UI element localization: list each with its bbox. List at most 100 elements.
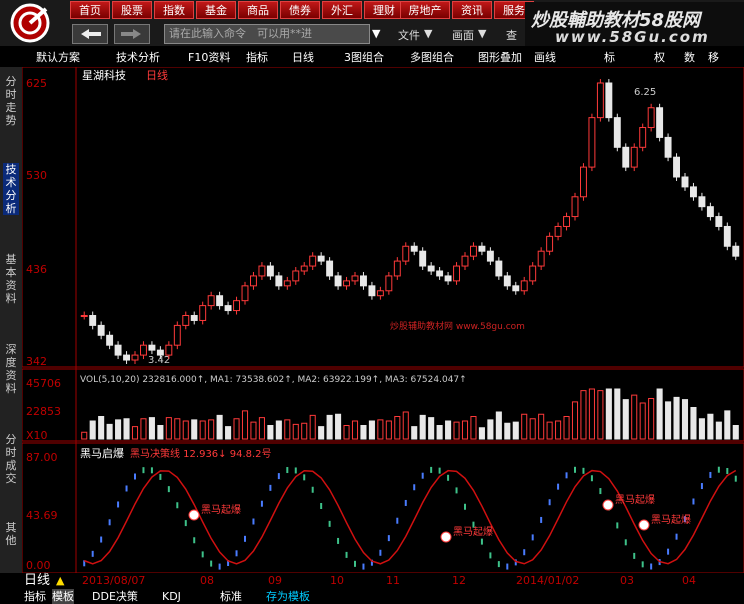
volume-axis-label: X10 — [26, 429, 48, 442]
tab-kdj[interactable]: KDJ — [162, 589, 181, 604]
volume-bar — [148, 417, 155, 440]
nav-tab[interactable]: 基金 — [196, 1, 236, 19]
chart-canvas[interactable]: 625 530 436 342 星湖科技 日线 炒股辅助教材网 www.58gu… — [21, 66, 744, 574]
volume-bar — [402, 411, 409, 440]
indicator-bar — [497, 561, 500, 568]
indicator-axis-label: 87.00 — [26, 451, 58, 464]
toolbar-item-move[interactable]: 移 — [708, 49, 719, 67]
nav-tab[interactable]: 首页 — [70, 1, 110, 19]
candle-body — [190, 315, 198, 321]
candle-body — [309, 255, 317, 267]
back-button[interactable] — [72, 24, 108, 44]
menu-file[interactable]: 文件 — [398, 27, 420, 43]
chart-watermark: 炒股辅助教材网 www.58gu.com — [390, 320, 525, 332]
toolbar-item-default-scheme[interactable]: 默认方案 — [36, 49, 80, 67]
candle-body — [326, 260, 334, 277]
volume-bar — [394, 416, 401, 440]
candle-body — [334, 275, 342, 287]
candle-body — [673, 156, 680, 178]
command-input[interactable]: 请在此输入命令 可以用**进 — [164, 24, 370, 44]
indicator-bar — [210, 560, 213, 567]
candle-body — [275, 275, 283, 287]
menu-screen[interactable]: 画面 — [452, 27, 474, 43]
warning-triangle-icon: ▲ — [56, 574, 65, 587]
indicator-bar — [311, 486, 314, 493]
brand-banner: 炒股輔助教材58股网 www.58Gu.com — [525, 2, 744, 46]
indicator-bar — [565, 472, 568, 479]
toolbar-item-daily[interactable]: 日线 — [292, 49, 314, 67]
toolbar-item-draw[interactable]: 画线 — [534, 49, 556, 67]
date-axis-label: 04 — [682, 574, 696, 587]
toolbar-item-count[interactable]: 数 — [684, 49, 695, 67]
candle-body — [537, 250, 545, 267]
nav-tab[interactable]: 商品 — [238, 1, 278, 19]
indicator-bar — [540, 516, 543, 523]
indicator-bar — [218, 563, 221, 570]
indicator-bar — [624, 539, 627, 546]
candle-body — [106, 334, 114, 346]
forward-button[interactable] — [114, 24, 150, 44]
candle-body — [453, 265, 461, 282]
sidebar-item-tech-analysis[interactable]: 技术分析 — [3, 163, 19, 215]
toolbar-item-multi-chart[interactable]: 多图组合 — [410, 49, 454, 67]
volume-bar — [385, 420, 392, 440]
sidebar-item-deep-data[interactable]: 深度资料 — [3, 343, 19, 395]
sidebar-item-ticks[interactable]: 分时成交 — [3, 433, 19, 485]
indicator-bar — [159, 473, 162, 480]
toolbar-item-overlay[interactable]: 图形叠加 — [478, 49, 522, 67]
indicator-bar — [387, 535, 390, 542]
candle-body — [393, 260, 401, 277]
nav-tab[interactable]: 债券 — [280, 1, 320, 19]
signal-label: 黑马起爆 — [453, 526, 493, 538]
nav-tab[interactable]: 指数 — [154, 1, 194, 19]
candle-body — [89, 315, 97, 326]
indicator-bar — [548, 499, 551, 506]
signal-smiley-icon — [602, 499, 614, 511]
volume-bar — [707, 413, 714, 440]
sidebar-item-intraday[interactable]: 分时走势 — [3, 75, 19, 127]
toolbar-item-3-chart[interactable]: 3图组合 — [344, 49, 384, 67]
sidebar-item-basic-data[interactable]: 基本资料 — [3, 253, 19, 305]
volume-bar — [301, 422, 308, 440]
menu-query[interactable]: 查 — [506, 27, 517, 43]
volume-bar — [216, 414, 223, 440]
indicator-bar — [303, 474, 306, 481]
tab-dde[interactable]: DDE决策 — [92, 589, 138, 604]
volume-bar — [487, 419, 494, 440]
signal-smiley-icon — [188, 509, 200, 521]
indicator-bar — [726, 468, 729, 475]
volume-bar — [191, 419, 198, 440]
candle-body — [343, 280, 351, 287]
nav-tab[interactable]: 股票 — [112, 1, 152, 19]
indicator-bar — [700, 483, 703, 490]
nav-tab[interactable]: 房地产 — [400, 1, 450, 19]
volume-bar — [199, 420, 206, 440]
candle-body — [503, 275, 511, 287]
tab-save-template[interactable]: 存为模板 — [266, 589, 310, 604]
toolbar-item-rights[interactable]: 权 — [654, 49, 665, 67]
indicator-bar — [252, 518, 255, 525]
sidebar-item-other[interactable]: 其他 — [3, 521, 19, 547]
tab-standard[interactable]: 标准 — [220, 589, 242, 604]
volume-bar — [208, 419, 215, 440]
nav-tab[interactable]: 资讯 — [452, 1, 492, 19]
nav-tab[interactable]: 理财 — [364, 1, 404, 19]
dropdown-arrow-icon[interactable]: ▼ — [372, 27, 380, 40]
chart-area[interactable]: 625 530 436 342 星湖科技 日线 炒股辅助教材网 www.58gu… — [21, 66, 744, 574]
tab-template[interactable]: 模板 — [52, 589, 74, 604]
nav-tab[interactable]: 外汇 — [322, 1, 362, 19]
indicator-bar — [616, 522, 619, 529]
toolbar-item-mark[interactable]: 标 — [604, 49, 615, 67]
indicator-bar — [641, 561, 644, 568]
volume-bar — [453, 421, 460, 440]
indicator-bar — [480, 538, 483, 545]
tab-indicator[interactable]: 指标 — [24, 589, 46, 604]
candle-body — [114, 344, 122, 356]
volume-bar — [614, 388, 621, 440]
toolbar-item-tech-analysis[interactable]: 技术分析 — [116, 49, 160, 67]
indicator-bar — [134, 473, 136, 480]
toolbar-item-indicator[interactable]: 指标 — [246, 49, 268, 67]
toolbar-item-f10[interactable]: F10资料 — [188, 49, 230, 67]
volume-bar — [258, 417, 265, 440]
period-label[interactable]: 日线 — [24, 573, 50, 588]
